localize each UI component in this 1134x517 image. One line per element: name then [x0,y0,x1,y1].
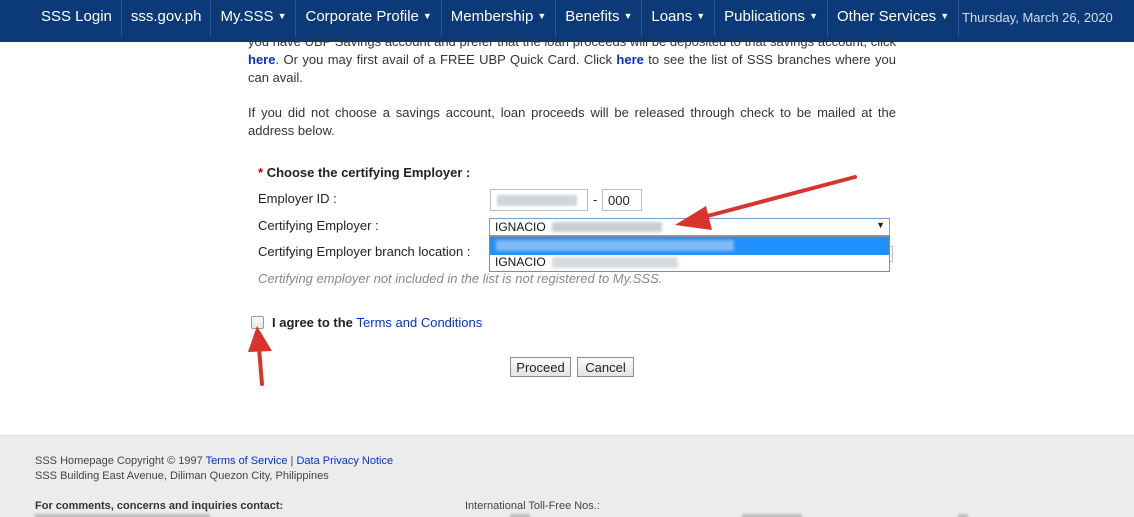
nav-item-sss-gov-ph[interactable]: sss.gov.ph [122,0,212,36]
required-marker: * [258,165,264,180]
branch-location-label: Certifying Employer branch location : [258,244,471,259]
nav-item-sss-login[interactable]: SSS Login [32,0,122,36]
nav-item-label: My.SSS [220,8,274,25]
caret-down-icon: ▼ [696,11,706,21]
section-title-text: Choose the certifying Employer : [266,165,471,180]
employer-id-label: Employer ID : [258,191,337,206]
nav-item-label: Membership [450,8,534,25]
caret-down-icon: ▼ [809,11,818,21]
certifying-employer-section-title: * Choose the certifying Employer : [258,165,470,180]
footer-copyright: SSS Homepage Copyright © 1997 [35,455,206,467]
nav-item-label: Other Services [836,8,937,25]
footer-copyright-line: SSS Homepage Copyright © 1997 Terms of S… [35,455,393,467]
proceed-button[interactable]: Proceed [510,357,571,377]
footer-comments-heading: For comments, concerns and inquiries con… [35,500,284,512]
para1-text-b: . Or you may first avail of a FREE UBP Q… [275,52,617,67]
certifying-employer-select[interactable]: IGNACIO ▼ [489,218,890,236]
caret-down-icon: ▼ [277,11,287,21]
redacted-employer-name [552,222,662,232]
redacted-employer-id [497,195,577,206]
terms-and-conditions-link[interactable]: Terms and Conditions [357,315,483,330]
dropdown-option-text: IGNACIO [495,255,546,269]
certifying-employer-selected-value: IGNACIO [495,220,546,234]
caret-down-icon: ▼ [537,11,547,21]
footer-toll-free-heading: International Toll-Free Nos.: [465,500,600,512]
nav-item-benefits[interactable]: Benefits ▼ [556,0,643,36]
terms-of-service-link[interactable]: Terms of Service [206,455,288,467]
nav-item-corporate-profile[interactable]: Corporate Profile ▼ [296,0,442,36]
caret-down-icon: ▼ [623,11,633,21]
current-date: Thursday, March 26, 2020 [962,10,1113,25]
caret-down-icon: ▼ [422,11,432,21]
employer-id-dash: - [593,192,598,207]
nav-item-label: SSS Login [41,8,112,25]
nav-menu: SSS Login sss.gov.ph My.SSS ▼ Corporate Prof… [32,0,960,36]
dropdown-option-highlighted[interactable] [490,237,889,255]
caret-down-icon: ▼ [940,11,950,21]
dropdown-arrow-icon: ▼ [876,220,885,230]
terms-agreement-row: I agree to the Terms and Conditions [251,315,482,330]
cancel-button[interactable]: Cancel [577,357,634,377]
nav-item-loans[interactable]: Loans ▼ [642,0,716,36]
certifying-employer-label: Certifying Employer : [258,218,379,233]
footer-address: SSS Building East Avenue, Diliman Quezon… [35,470,329,482]
terms-agreement-checkbox[interactable] [251,316,264,329]
redacted-option-text [552,257,678,268]
nav-item-label: Corporate Profile [305,8,419,25]
nav-item-label: Benefits [565,8,620,25]
data-privacy-notice-link[interactable]: Data Privacy Notice [296,455,393,467]
nav-item-membership[interactable]: Membership ▼ [442,0,557,36]
unregistered-employer-note: Certifying employer not included in the … [258,271,663,286]
redacted-option-text [496,240,734,251]
page-footer: SSS Homepage Copyright © 1997 Terms of S… [0,435,1134,517]
arrow-to-checkbox-icon [248,326,272,386]
agree-text: I agree to the [272,315,357,330]
here-link-ubp-savings[interactable]: here [248,52,275,67]
employer-id-input[interactable] [490,189,588,211]
nav-item-label: Publications [724,8,806,25]
para1-text-a: you have UBP Savings account and prefer … [248,34,896,49]
nav-item-publications[interactable]: Publications ▼ [715,0,828,36]
certifying-employer-dropdown-list: IGNACIO [489,236,890,272]
nav-item-my-sss[interactable]: My.SSS ▼ [211,0,297,36]
nav-item-label: Loans [651,8,693,25]
nav-item-label: sss.gov.ph [130,8,202,25]
check-release-paragraph: If you did not choose a savings account,… [248,105,896,138]
terms-agreement-label: I agree to the Terms and Conditions [272,315,482,330]
dropdown-option[interactable]: IGNACIO [490,254,889,272]
ubp-savings-paragraph: you have UBP Savings account and prefer … [248,33,896,87]
here-link-sss-branches[interactable]: here [616,52,643,67]
nav-item-other-services[interactable]: Other Services ▼ [828,0,960,36]
employer-id-suffix-input[interactable]: 000 [602,189,642,211]
